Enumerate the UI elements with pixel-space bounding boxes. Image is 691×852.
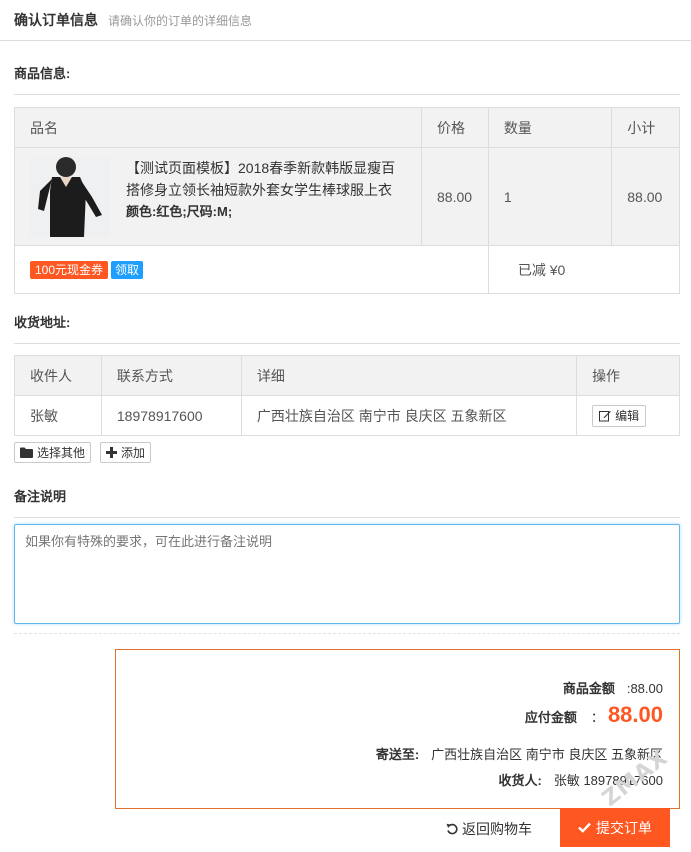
ship-to-label: 寄送至: [375,747,420,762]
payable-row: 应付金额 ： 88.00 [525,702,663,728]
divider [14,633,680,634]
goods-quantity: 1 [487,147,613,246]
edit-label: 编辑 [615,409,640,423]
check-icon [578,822,591,833]
coupon-get-button[interactable]: 领取 [111,260,144,279]
col-header-receiver: 收件人 [14,355,102,396]
remark-section-title: 备注说明 [14,486,680,518]
address-row[interactable]: 张敏 18978917600 广西壮族自治区 南宁市 良庆区 五象新区 编辑 [14,395,680,436]
address-action-cell: 编辑 [576,395,680,436]
payable-colon: ： [590,710,604,725]
order-summary: 商品金额 :88.00 应付金额 ： 88.00 寄送至: 广西壮族自治区 南宁… [115,649,680,809]
ship-to-row: 寄送至: 广西壮族自治区 南宁市 良庆区 五象新区 [376,744,663,763]
edit-address-button[interactable]: 编辑 [592,404,647,427]
discount-text: 已减 ¥0 [487,245,681,294]
goods-row: 【测试页面模板】2018春季新款韩版显瘦百搭修身立领长袖短款外套女学生棒球服上衣… [14,147,680,246]
coupon-badge[interactable]: 100元现金券 [30,260,109,279]
col-header-action: 操作 [576,355,680,396]
goods-name[interactable]: 【测试页面模板】2018春季新款韩版显瘦百搭修身立领长袖短款外套女学生棒球服上衣 [126,157,406,201]
col-header-quantity: 数量 [487,107,613,148]
undo-icon [446,823,458,835]
folder-icon [20,447,33,458]
goods-price: 88.00 [421,147,489,246]
receiver-label: 收货人: [498,773,542,788]
col-header-name: 品名 [14,107,422,148]
goods-amount-row: 商品金额 :88.00 [563,678,663,697]
goods-name-block: 【测试页面模板】2018春季新款韩版显瘦百搭修身立领长袖短款外套女学生棒球服上衣… [126,157,406,223]
col-header-contact: 联系方式 [100,355,242,396]
address-table: 收件人 联系方式 详细 操作 张敏 18978917600 广西壮族自治区 南宁… [14,355,680,436]
payable-value: 88.00 [607,702,663,727]
plus-icon [106,447,117,458]
coupon-cell: 100元现金券 领取 [14,245,489,294]
goods-amount-value: :88.00 [626,681,663,696]
goods-section-title: 商品信息: [14,63,680,95]
payable-label: 应付金额 [524,710,577,725]
goods-amount-label: 商品金额 [562,681,615,696]
address-detail: 广西壮族自治区 南宁市 良庆区 五象新区 [240,395,578,436]
col-header-price: 价格 [421,107,489,148]
submit-order-label: 提交订单 [596,819,652,836]
col-header-detail: 详细 [240,355,578,396]
product-image-icon [30,156,110,237]
address-name: 张敏 [14,395,102,436]
submit-order-button[interactable]: 提交订单 [560,808,670,847]
col-header-subtotal: 小计 [611,107,680,148]
edit-icon [599,410,611,421]
goods-cell: 【测试页面模板】2018春季新款韩版显瘦百搭修身立领长袖短款外套女学生棒球服上衣… [14,147,422,246]
goods-subtotal: 88.00 [611,147,680,246]
add-address-button[interactable]: 添加 [100,442,152,463]
select-other-address-button[interactable]: 选择其他 [14,442,92,463]
back-to-cart-label: 返回购物车 [462,821,532,837]
ship-to-value: 广西壮族自治区 南宁市 良庆区 五象新区 [431,747,663,762]
page-subtitle: 请确认你的订单的详细信息 [108,13,253,28]
address-section-title: 收货地址: [14,312,680,344]
goods-table: 品名 价格 数量 小计 【测试页面模板】2018春季新款韩版显瘦百搭修身立领长袖… [14,107,681,294]
select-other-label: 选择其他 [37,446,86,460]
back-to-cart-link[interactable]: 返回购物车 [446,820,532,838]
page-title: 确认订单信息 [14,12,98,28]
goods-spec: 颜色:红色;尺码:M; [126,203,233,219]
product-thumbnail[interactable] [30,156,110,237]
remark-input[interactable] [14,524,680,624]
add-label: 添加 [121,446,146,460]
coupon-row: 100元现金券 领取 已减 ¥0 [14,245,681,294]
address-phone: 18978917600 [100,395,242,436]
page-header: 确认订单信息 请确认你的订单的详细信息 [0,0,691,41]
